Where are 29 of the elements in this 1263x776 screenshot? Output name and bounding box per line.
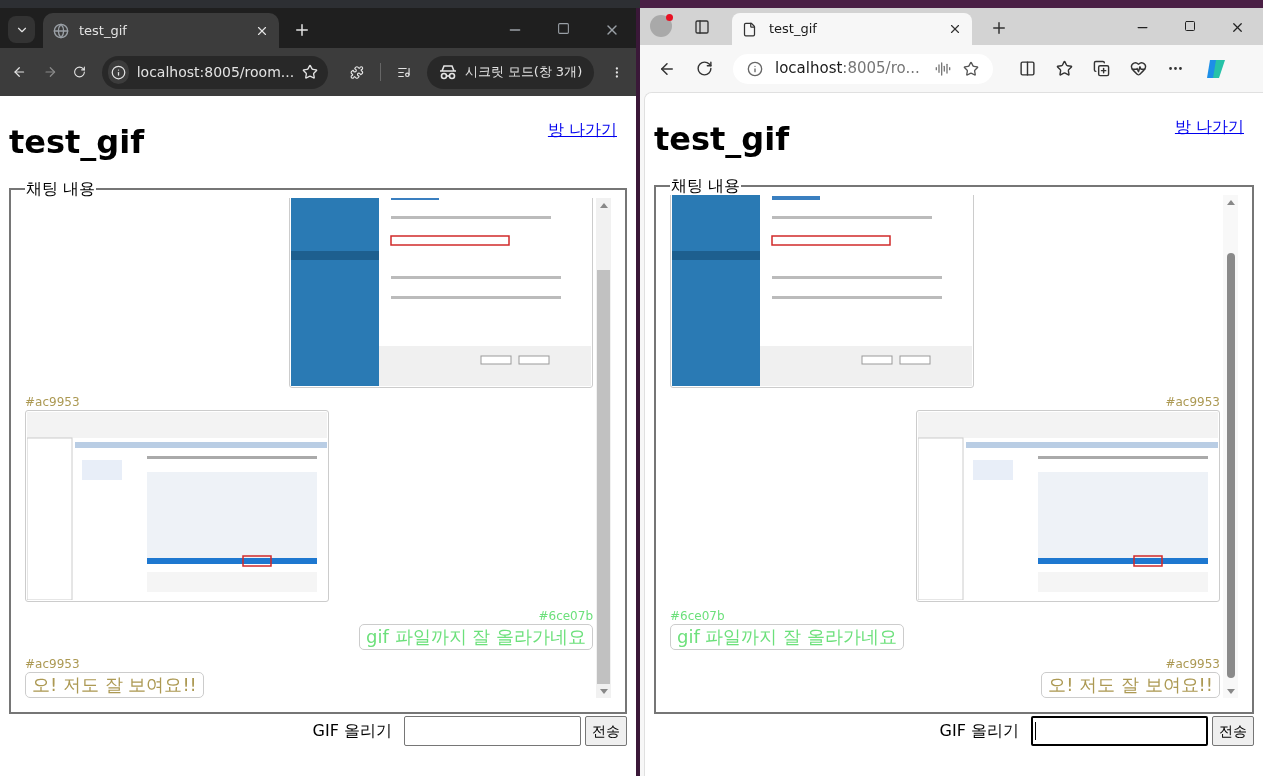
send-button[interactable]: 전송 bbox=[1212, 716, 1254, 746]
upload-label: GIF 올리기 bbox=[312, 720, 392, 742]
room-title: test_gif bbox=[654, 119, 790, 159]
browser-tab[interactable]: test_gif bbox=[43, 13, 279, 48]
chat-bubble: gif 파일까지 잘 올라가네요 bbox=[670, 624, 904, 650]
leave-link[interactable]: 방 나가기 bbox=[547, 118, 617, 142]
author-tag: #6ce07b bbox=[670, 608, 725, 624]
address-text: localhost:8005/ro... bbox=[775, 58, 921, 80]
author-tag: #ac9953 bbox=[25, 656, 80, 672]
chat-bubble: 오! 저도 잘 보여요!! bbox=[25, 672, 204, 698]
author-tag: #ac9953 bbox=[1165, 656, 1220, 672]
tab-title: test_gif bbox=[769, 20, 818, 39]
leave-link[interactable]: 방 나가기 bbox=[1174, 115, 1244, 139]
upload-label: GIF 올리기 bbox=[939, 720, 1019, 742]
author-tag: #6ce07b bbox=[538, 608, 593, 624]
browser-tab[interactable]: test_gif bbox=[732, 13, 972, 45]
address-text: localhost:8005/room... bbox=[136, 62, 295, 82]
author-tag: #ac9953 bbox=[1165, 394, 1220, 410]
tab-title: test_gif bbox=[79, 21, 128, 40]
room-title: test_gif bbox=[9, 122, 145, 162]
author-tag: #ac9953 bbox=[25, 394, 80, 410]
incognito-label: 시크릿 모드(창 3개) bbox=[464, 63, 583, 82]
incognito-badge[interactable]: 시크릿 모드(창 3개) bbox=[426, 55, 595, 89]
send-button[interactable]: 전송 bbox=[585, 716, 627, 746]
chat-bubble: gif 파일까지 잘 올라가네요 bbox=[359, 624, 593, 650]
address-bar[interactable]: localhost:8005/ro... bbox=[733, 53, 993, 84]
chat-legend: 채팅 내용 bbox=[25, 180, 97, 198]
chat-bubble: 오! 저도 잘 보여요!! bbox=[1041, 672, 1220, 698]
chat-legend: 채팅 내용 bbox=[670, 177, 742, 195]
